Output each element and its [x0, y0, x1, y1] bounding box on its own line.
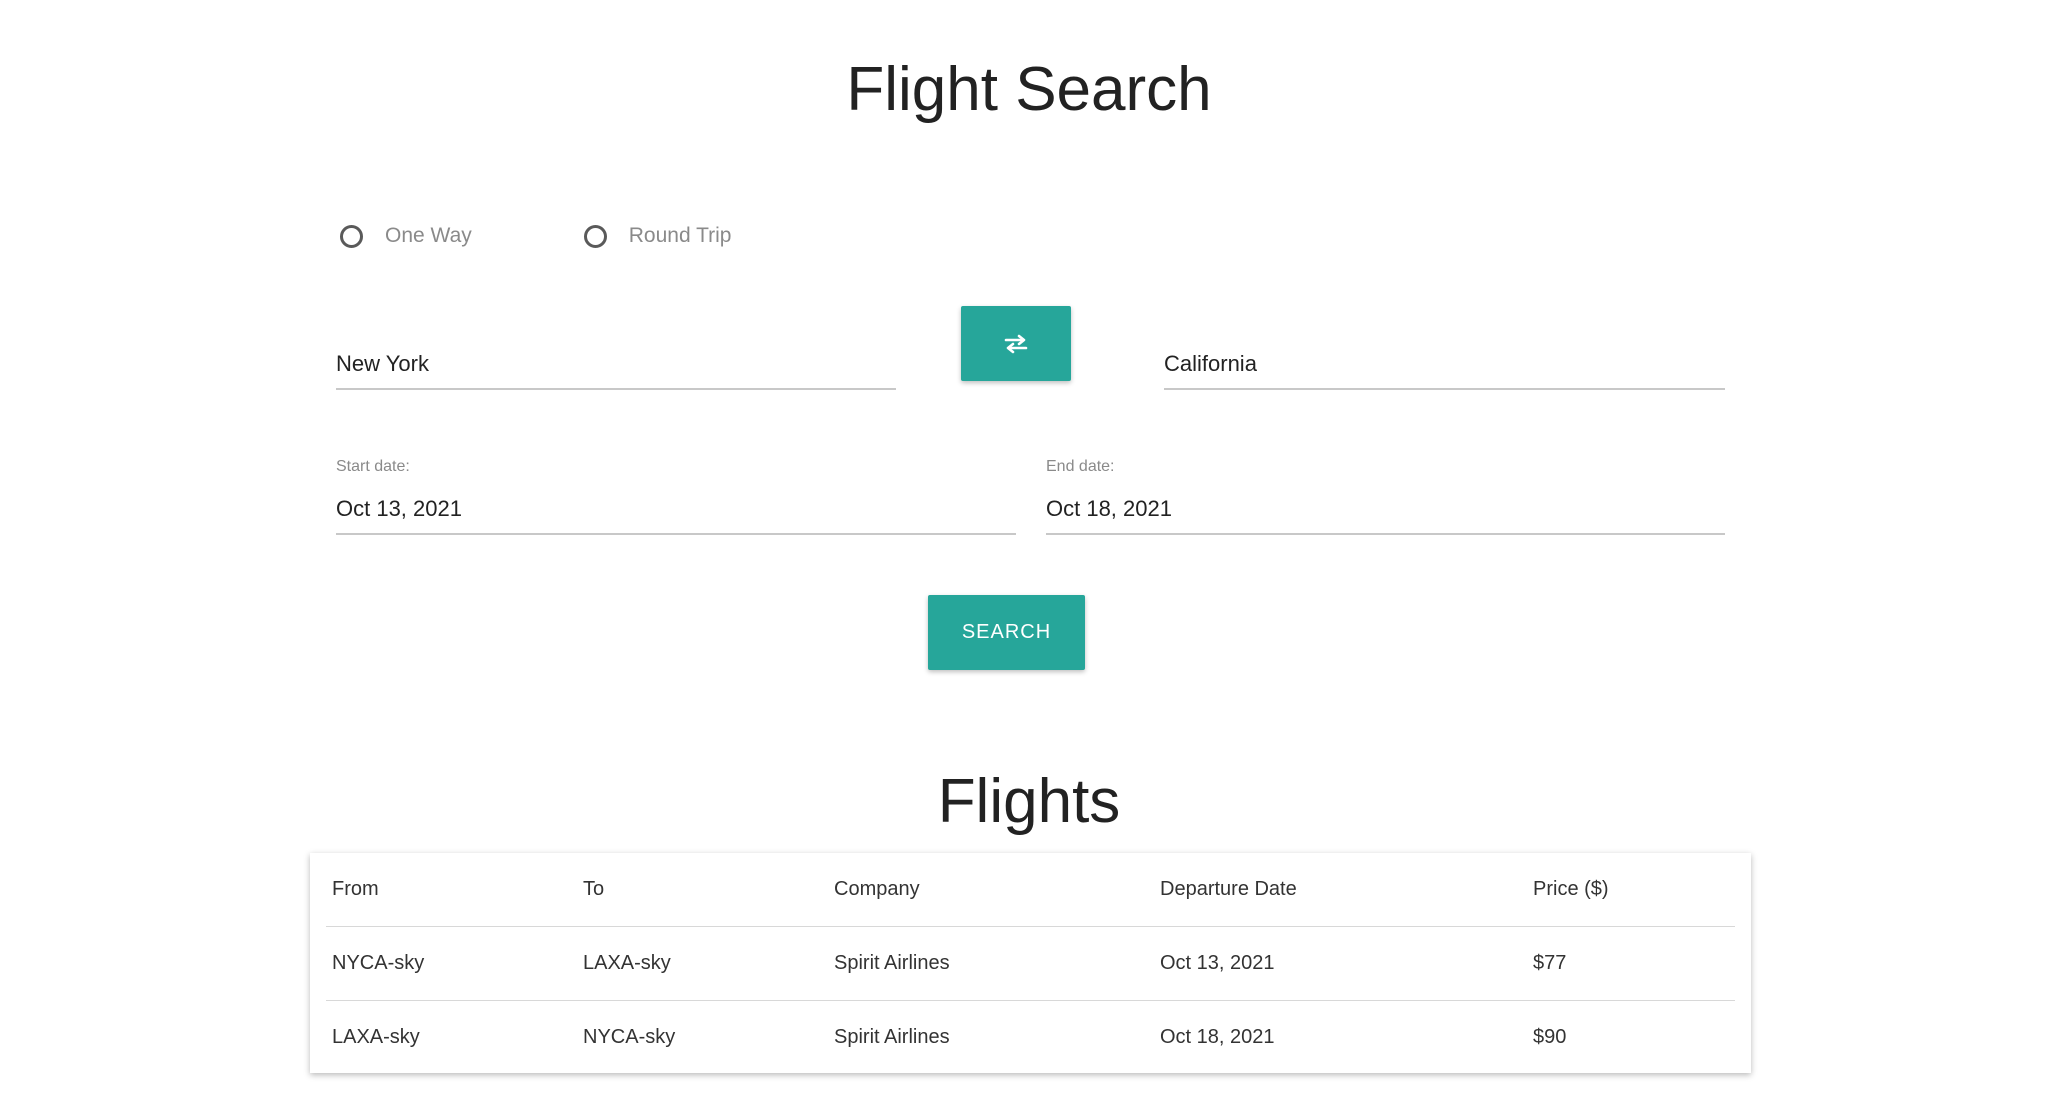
radio-round-trip[interactable]: Round Trip: [583, 224, 732, 248]
cell-to: NYCA-sky: [583, 1026, 676, 1048]
end-date-field: End date:: [1046, 458, 1725, 535]
table-row[interactable]: NYCA-sky LAXA-sky Spirit Airlines Oct 13…: [326, 926, 1735, 1001]
cell-departure-date: Oct 18, 2021: [1160, 1026, 1275, 1048]
column-header-departure-date: Departure Date: [1154, 853, 1527, 927]
radio-one-way-label: One Way: [385, 224, 472, 247]
flights-title: Flights: [937, 767, 1121, 836]
table-header-row: From To Company Departure Date Price ($): [326, 853, 1735, 927]
page-title: Flight Search: [846, 55, 1212, 124]
flights-table-card: From To Company Departure Date Price ($)…: [310, 853, 1751, 1073]
cell-company: Spirit Airlines: [834, 1026, 950, 1048]
trip-type-radio-group: One Way Round Trip: [340, 218, 843, 254]
search-button[interactable]: SEARCH: [928, 595, 1085, 670]
end-date-input[interactable]: [1046, 491, 1725, 527]
start-date-field: Start date:: [336, 458, 1016, 535]
cell-to: LAXA-sky: [577, 926, 828, 1001]
swap-arrows-icon: [1004, 334, 1028, 353]
radio-round-trip-label: Round Trip: [628, 224, 732, 247]
swap-button[interactable]: [961, 306, 1071, 381]
from-input[interactable]: [336, 346, 896, 382]
end-date-label: End date:: [1046, 458, 1115, 475]
column-header-company: Company: [828, 853, 1154, 927]
cell-from: NYCA-sky: [326, 926, 577, 1001]
cell-price: $90: [1533, 1026, 1567, 1048]
to-field: [1164, 340, 1725, 390]
column-header-from: From: [326, 853, 577, 927]
start-date-label: Start date:: [336, 458, 410, 475]
column-header-to: To: [577, 853, 828, 927]
cell-company: Spirit Airlines: [828, 926, 1154, 1001]
flights-table: From To Company Departure Date Price ($)…: [326, 853, 1735, 1074]
to-input[interactable]: [1164, 346, 1725, 382]
cell-departure-date: Oct 13, 2021: [1154, 926, 1527, 1001]
cell-price: $77: [1527, 926, 1735, 1001]
radio-one-way[interactable]: One Way: [340, 224, 472, 248]
column-header-price: Price ($): [1527, 853, 1735, 927]
cell-from: LAXA-sky: [332, 1026, 420, 1048]
from-field: [336, 340, 896, 390]
radio-circle-icon[interactable]: [340, 224, 363, 248]
table-row[interactable]: LAXA-sky NYCA-sky Spirit Airlines Oct 18…: [326, 1001, 1735, 1075]
start-date-input[interactable]: [336, 491, 1016, 527]
radio-circle-icon[interactable]: [583, 224, 607, 248]
page: Flight Search One Way Round Trip Start d…: [0, 0, 2058, 1106]
